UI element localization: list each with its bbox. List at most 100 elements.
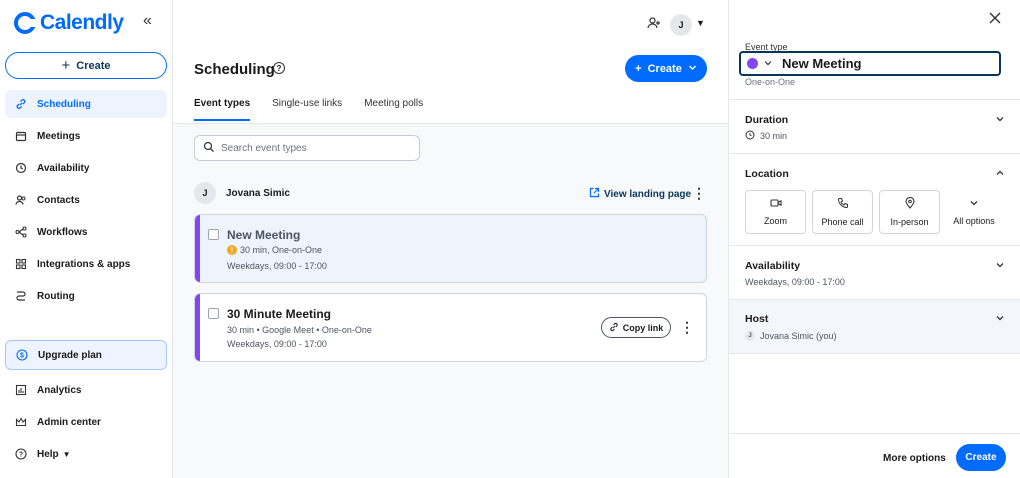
sidebar-item-label: Meetings: [37, 130, 81, 142]
chevron-down-icon[interactable]: [995, 313, 1005, 326]
sidebar: Calendly « + Create Scheduling Meetings …: [0, 0, 173, 478]
tab-event-types[interactable]: Event types: [194, 98, 251, 121]
duration-section[interactable]: Duration 30 min: [729, 99, 1020, 153]
sidebar-item-availability[interactable]: Availability: [5, 154, 167, 182]
event-name-input[interactable]: [782, 56, 982, 71]
chevron-down-icon: [688, 63, 697, 75]
divider: [729, 353, 1020, 354]
location-option-in-person[interactable]: In-person: [879, 190, 940, 234]
sidebar-item-meetings[interactable]: Meetings: [5, 122, 167, 150]
sidebar-create-button[interactable]: + Create: [5, 52, 167, 79]
question-icon[interactable]: ?: [273, 62, 285, 74]
warning-icon: !: [227, 245, 237, 255]
landing-label: View landing page: [604, 188, 692, 200]
logo-text: Calendly: [40, 11, 124, 34]
more-options-button[interactable]: More options: [883, 453, 946, 464]
user-avatar[interactable]: J: [670, 14, 692, 36]
location-option-label: All options: [953, 216, 995, 226]
event-name-field: [739, 51, 1001, 76]
event-color-picker[interactable]: [747, 58, 758, 69]
sidebar-item-routing[interactable]: Routing: [5, 282, 167, 310]
sidebar-item-workflows[interactable]: Workflows: [5, 218, 167, 246]
clock-icon: [15, 162, 27, 174]
event-kind: One-on-One: [745, 77, 796, 87]
routing-icon: [15, 290, 27, 302]
help-icon: ?: [15, 448, 27, 460]
chevron-down-icon[interactable]: [995, 114, 1005, 127]
search-box: [194, 135, 420, 161]
phone-icon: [837, 197, 849, 212]
close-icon[interactable]: [988, 9, 1002, 30]
video-icon: [769, 198, 782, 211]
event-more-icon[interactable]: ⋮: [680, 320, 694, 334]
plus-icon: +: [635, 62, 642, 75]
crown-icon: [15, 416, 27, 428]
event-card-new-meeting[interactable]: New Meeting ! 30 min, One-on-One Weekday…: [194, 214, 707, 283]
host-section[interactable]: Host J Jovana Simic (you): [729, 299, 1020, 353]
event-checkbox[interactable]: [208, 229, 219, 240]
location-option-zoom[interactable]: Zoom: [745, 190, 806, 234]
event-card-30-minute-meeting[interactable]: 30 Minute Meeting 30 min • Google Meet •…: [194, 293, 707, 362]
sidebar-item-label: Contacts: [37, 194, 80, 206]
sidebar-item-scheduling[interactable]: Scheduling: [5, 90, 167, 118]
event-details-text: 30 min, One-on-One: [240, 245, 323, 255]
sidebar-bottom-nav: Analytics Admin center ? Help ▼: [5, 376, 167, 472]
sidebar-item-integrations[interactable]: Integrations & apps: [5, 250, 167, 278]
event-checkbox[interactable]: [208, 308, 219, 319]
add-person-icon[interactable]: [647, 16, 661, 33]
external-link-icon: [589, 187, 600, 201]
panel-footer: More options Create: [729, 433, 1020, 478]
host-value: Jovana Simic (you): [760, 331, 837, 341]
event-title: 30 Minute Meeting: [227, 307, 332, 321]
event-type-panel: Event type One-on-One Duration 30 min Lo…: [728, 0, 1020, 478]
tab-bar: Event types Single-use links Meeting pol…: [194, 98, 423, 121]
search-input[interactable]: [221, 142, 411, 154]
sidebar-nav: Scheduling Meetings Availability Contact…: [5, 90, 167, 314]
tab-single-use-links[interactable]: Single-use links: [272, 98, 342, 121]
location-option-all[interactable]: All options: [946, 190, 1002, 234]
availability-section[interactable]: Availability Weekdays, 09:00 - 17:00: [729, 245, 1020, 299]
sidebar-item-admin-center[interactable]: Admin center: [5, 408, 167, 436]
double-chevron-left-icon[interactable]: «: [143, 12, 152, 30]
owner-name: Jovana Simic: [226, 187, 290, 199]
copy-link-button[interactable]: Copy link: [601, 317, 671, 338]
contacts-icon: [15, 194, 27, 206]
sidebar-item-label: Workflows: [37, 226, 88, 238]
location-option-phone[interactable]: Phone call: [812, 190, 873, 234]
sidebar-item-label: Help: [37, 448, 59, 460]
caret-down-icon: ▼: [62, 449, 71, 459]
owner-more-icon[interactable]: ⋮: [692, 186, 706, 200]
sidebar-item-analytics[interactable]: Analytics: [5, 376, 167, 404]
create-button[interactable]: + Create: [625, 55, 707, 82]
location-title: Location: [745, 168, 789, 180]
chevron-down-icon[interactable]: [764, 59, 772, 69]
view-landing-page-link[interactable]: View landing page: [589, 187, 691, 201]
calendly-logo[interactable]: Calendly: [14, 11, 124, 35]
calendar-icon: [15, 130, 27, 142]
location-option-label: Phone call: [821, 217, 864, 227]
event-title: New Meeting: [227, 228, 301, 242]
caret-down-icon[interactable]: ▼: [696, 18, 705, 28]
duration-value-row: 30 min: [745, 130, 787, 142]
event-hours: Weekdays, 09:00 - 17:00: [227, 339, 327, 349]
event-hours: Weekdays, 09:00 - 17:00: [227, 261, 327, 271]
grid-icon: [15, 258, 27, 270]
create-label: Create: [647, 62, 682, 75]
availability-title: Availability: [745, 260, 801, 272]
sidebar-create-label: Create: [76, 59, 111, 72]
tab-meeting-polls[interactable]: Meeting polls: [364, 98, 423, 121]
pin-icon: [904, 196, 915, 212]
sidebar-item-label: Integrations & apps: [37, 258, 131, 270]
sidebar-item-contacts[interactable]: Contacts: [5, 186, 167, 214]
sidebar-item-help[interactable]: ? Help ▼: [5, 440, 167, 468]
host-avatar: J: [745, 331, 755, 341]
panel-create-button[interactable]: Create: [956, 444, 1006, 471]
sidebar-item-label: Scheduling: [37, 98, 91, 110]
chevron-down-icon[interactable]: [995, 260, 1005, 273]
dollar-icon: $: [16, 349, 28, 361]
event-details: 30 min • Google Meet • One-on-One: [227, 325, 372, 335]
upgrade-plan-button[interactable]: $ Upgrade plan: [5, 340, 167, 370]
location-option-label: Zoom: [763, 216, 787, 226]
chevron-up-icon[interactable]: [995, 168, 1005, 181]
sidebar-item-label: Routing: [37, 290, 75, 302]
